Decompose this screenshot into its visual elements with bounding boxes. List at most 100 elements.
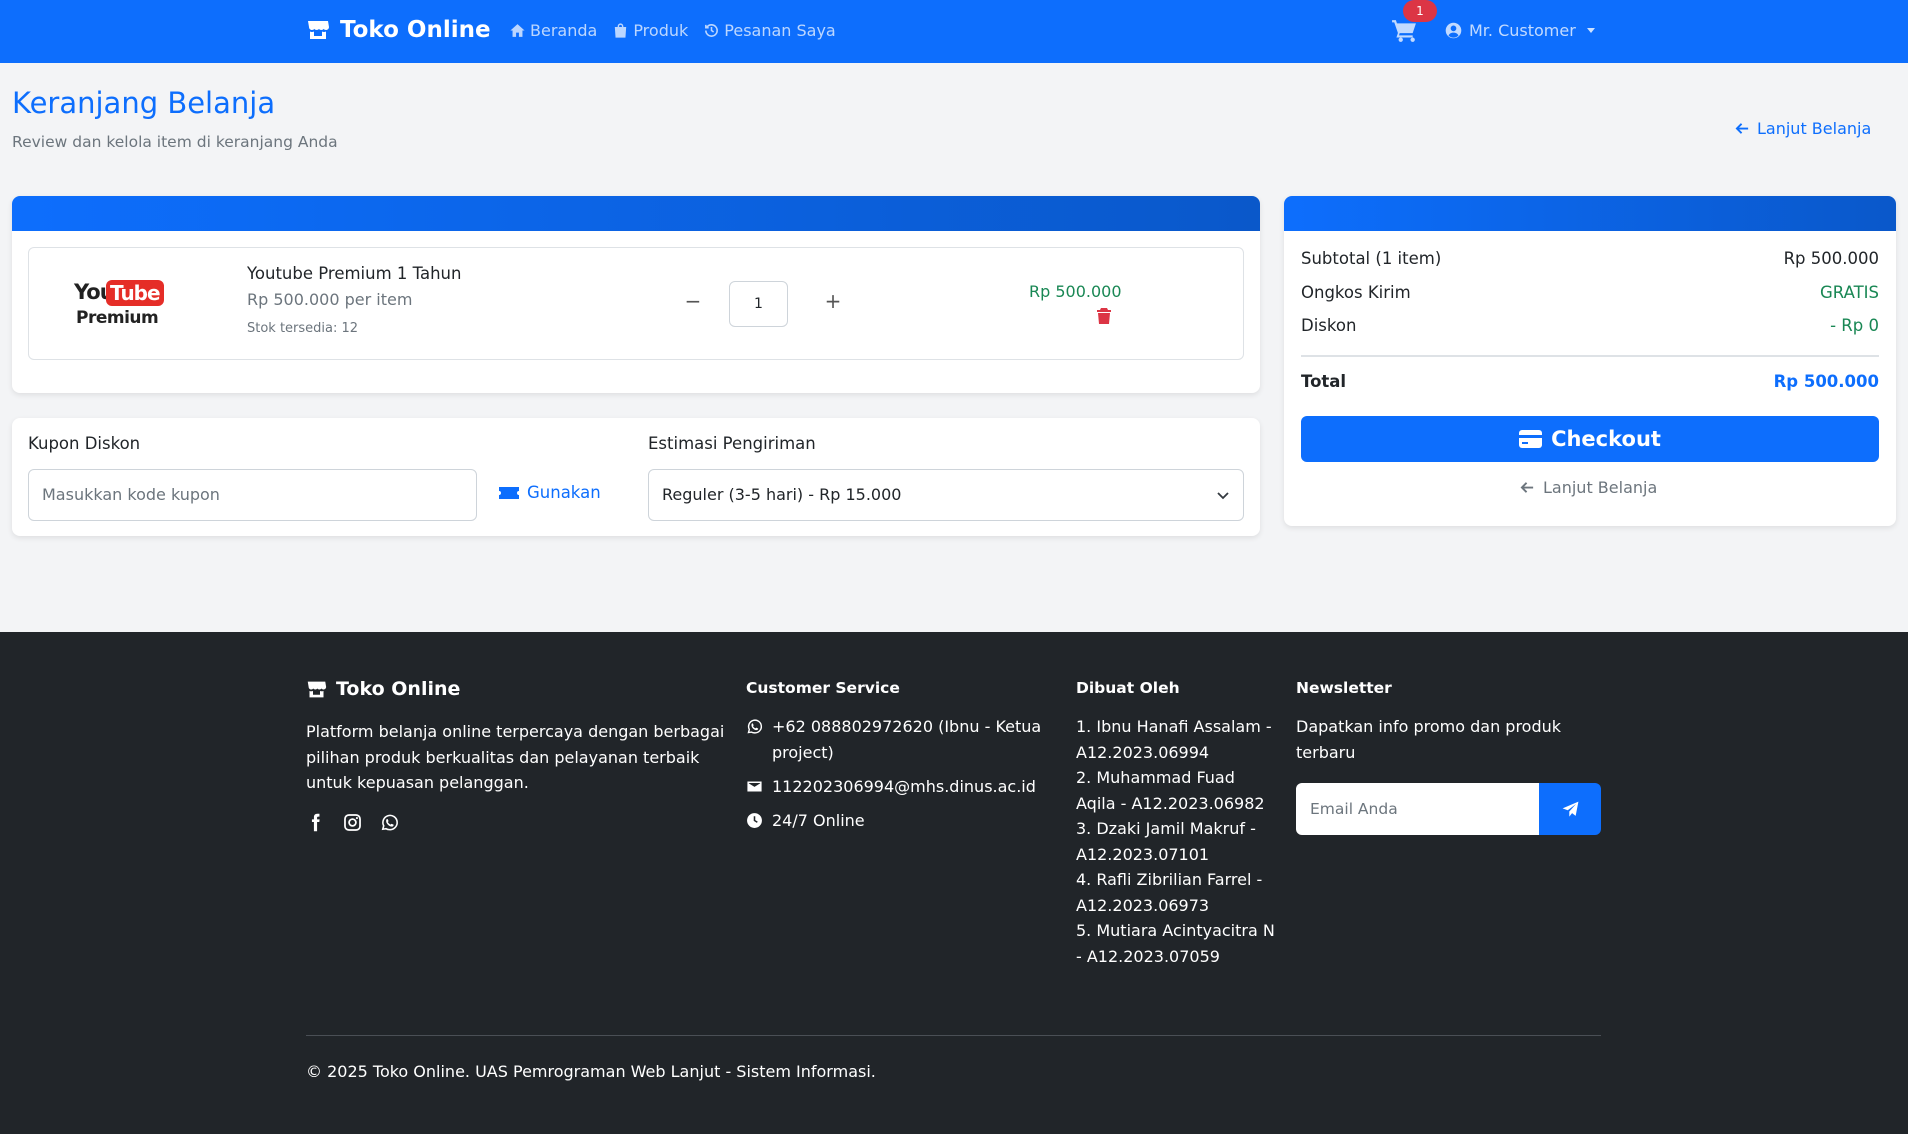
summary-divider [1301,355,1879,357]
discount-row: Diskon - Rp 0 [1301,316,1879,335]
summary-continue-shopping-link[interactable]: Lanjut Belanja [1520,478,1657,497]
cs-email-text: 112202306994@mhs.dinus.ac.id [772,777,1036,796]
arrow-left-icon [1520,482,1534,493]
nav-links: Beranda Produk Pesanan Saya [509,21,836,40]
newsletter-text: Dapatkan info promo dan produk terbaru [1296,717,1562,762]
quantity-increase-button[interactable]: + [823,289,843,313]
clock-icon [747,813,762,828]
footer-description: Platform belanja online terpercaya denga… [306,722,725,792]
nav-pesanan[interactable]: Pesanan Saya [703,21,836,40]
bag-icon [615,23,627,38]
quantity-decrease-button[interactable]: − [683,289,703,313]
footer-brand: Toko Online [306,678,460,700]
brand[interactable]: Toko Online [306,17,491,43]
shipping-cost-row: Ongkos Kirim GRATIS [1301,283,1879,302]
dev-item: 3. Dzaki Jamil Makruf - A12.2023.07101 [1076,819,1256,864]
dev-list: 1. Ibnu Hanafi Assalam - A12.2023.06994 … [1076,714,1276,969]
navbar: Toko Online Beranda Produk Pesanan Saya … [0,0,1908,63]
checkout-label: Checkout [1551,427,1661,451]
total-value: Rp 500.000 [1773,372,1879,391]
product-image: You Tube Premium [74,280,164,332]
footer-divider [306,1035,1601,1036]
newsletter-title: Newsletter [1296,679,1392,697]
newsletter-subscribe-button[interactable] [1539,783,1601,835]
continue-shopping-label: Lanjut Belanja [1757,119,1872,138]
arrow-left-icon [1735,123,1749,134]
send-icon [1562,801,1578,817]
cart-count-badge: 1 [1403,0,1437,22]
product-stock: Stok tersedia: 12 [247,321,359,336]
newsletter-email-input[interactable]: Email Anda [1296,783,1539,835]
home-icon [510,24,525,37]
coupon-input[interactable]: Masukkan kode kupon [28,469,477,521]
whatsapp-icon[interactable] [380,813,399,832]
total-row: Total Rp 500.000 [1301,372,1879,391]
cs-email: 112202306994@mhs.dinus.ac.id [746,774,1061,800]
subtotal-row: Subtotal (1 item) Rp 500.000 [1301,249,1879,268]
summary-continue-label: Lanjut Belanja [1543,478,1658,497]
nav-produk[interactable]: Produk [612,21,688,40]
whatsapp-icon [747,719,763,734]
order-summary-card: Subtotal (1 item) Rp 500.000 Ongkos Kiri… [1284,196,1896,526]
history-icon [705,24,719,37]
dev-item: 4. Rafli Zibrilian Farrel - A12.2023.069… [1076,870,1263,915]
total-label: Total [1301,372,1347,391]
chevron-down-icon [1217,492,1229,500]
social-links [306,813,399,832]
user-menu[interactable]: Mr. Customer [1445,21,1595,40]
nav-pesanan-label: Pesanan Saya [724,21,836,40]
facebook-icon[interactable] [306,813,325,832]
envelope-icon [747,781,762,792]
product-name: Youtube Premium 1 Tahun [247,264,462,283]
trash-icon[interactable] [1097,308,1111,324]
user-name: Mr. Customer [1469,21,1576,40]
coupon-label: Kupon Diskon [28,434,141,453]
instagram-icon[interactable] [343,813,362,832]
dev-item: 5. Mutiara Acintyacitra N - A12.2023.070… [1076,921,1275,966]
cart-card-header [12,196,1260,231]
continue-shopping-link[interactable]: Lanjut Belanja [1735,119,1871,138]
cs-phone: +62 088802972620 (Ibnu - Ketua project) [746,714,1061,765]
credit-card-icon [1519,430,1543,448]
apply-coupon-label: Gunakan [527,483,601,502]
cs-title: Customer Service [746,679,900,697]
checkout-button[interactable]: Checkout [1301,416,1879,462]
cart-item: You Tube Premium Youtube Premium 1 Tahun… [28,247,1244,360]
footer: Toko Online Platform belanja online terp… [0,632,1908,1134]
subtotal-label: Subtotal (1 item) [1301,249,1442,268]
subtotal-value: Rp 500.000 [1783,249,1879,268]
shipping-cost-value: GRATIS [1819,283,1879,302]
shipping-select[interactable]: Reguler (3-5 hari) - Rp 15.000 [648,469,1244,521]
brand-name: Toko Online [340,17,491,43]
cs-hours-text: 24/7 Online [772,811,865,830]
logo-text-tube: Tube [106,280,164,306]
page-title: Keranjang Belanja [12,86,276,120]
coupon-shipping-card: Kupon Diskon Masukkan kode kupon Gunakan… [12,418,1260,536]
logo-text-premium: Premium [76,308,159,328]
discount-label: Diskon [1301,316,1357,335]
store-icon [307,681,327,697]
summary-card-header [1284,196,1896,231]
nav-beranda[interactable]: Beranda [509,21,597,40]
quantity-input[interactable]: 1 [729,281,788,327]
discount-value: - Rp 0 [1830,316,1879,335]
user-circle-icon [1445,22,1462,39]
cs-phone-text: +62 088802972620 (Ibnu - Ketua project) [772,717,1042,762]
footer-brand-name: Toko Online [336,678,461,700]
nav-produk-label: Produk [633,21,689,40]
chevron-down-icon [1586,28,1595,33]
dev-title: Dibuat Oleh [1076,679,1180,697]
page-subtitle: Review dan kelola item di keranjang Anda [12,133,338,151]
cs-hours: 24/7 Online [746,808,1061,834]
ticket-icon [499,486,519,499]
dev-item: 2. Muhammad Fuad Aqila - A12.2023.06982 [1076,768,1265,813]
cart-items-card: You Tube Premium Youtube Premium 1 Tahun… [12,196,1260,393]
product-unit-price: Rp 500.000 per item [247,290,413,309]
apply-coupon-button[interactable]: Gunakan [499,483,601,502]
shipping-cost-label: Ongkos Kirim [1301,283,1411,302]
nav-beranda-label: Beranda [530,21,598,40]
copyright: © 2025 Toko Online. UAS Pemrograman Web … [306,1062,876,1081]
item-subtotal: Rp 500.000 [1029,282,1122,301]
dev-item: 1. Ibnu Hanafi Assalam - A12.2023.06994 [1076,717,1272,762]
store-icon [308,21,329,39]
